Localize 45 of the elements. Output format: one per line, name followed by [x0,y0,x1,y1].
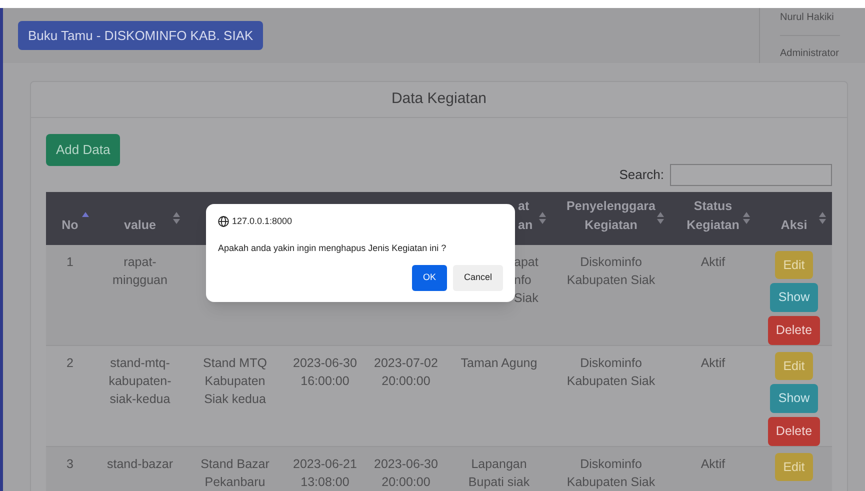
column-header[interactable]: Status Kegiatan [674,197,752,234]
table-cell: 2023-07-02 20:00:00 [374,356,438,388]
edit-button[interactable]: Edit [775,352,813,380]
edit-button[interactable]: Edit [775,452,813,482]
show-button[interactable]: Show [770,283,818,312]
table-cell: Aktif [700,254,726,268]
table-cell: 2 [66,356,74,370]
table-cell: 1 [66,254,74,268]
delete-button[interactable]: Delete [768,417,820,446]
table-cell: 2023-06-30 20:00:00 [374,456,438,488]
table-cell: rapat-mingguan [112,254,168,286]
table-cell: Diskominfo Kabupaten Siak [566,254,656,286]
search-field[interactable] [670,164,832,186]
table-cell: 2023-06-30 16:00:00 [293,356,357,388]
brand-button[interactable]: Buku Tamu - DISKOMINFO KAB. SIAK [18,20,264,50]
column-header[interactable]: Penyelenggara Kegiatan [556,197,666,234]
column-header[interactable]: Aksi [760,216,828,234]
table-cell: Taman Agung [460,356,538,370]
user-name: Nurul Hakiki [780,11,835,25]
dialog-origin: 127.0.0.1:8000 [232,215,292,228]
add-data-button[interactable]: Add Data [46,134,120,166]
table-cell: Aktif [700,356,726,370]
table-cell: 2023-06-21 13:08:00 [293,456,357,488]
table-cell: Lapangan Bupati siak [468,456,530,488]
search-label: Search: [619,166,664,184]
delete-button[interactable]: Delete [768,316,820,345]
table-cell: stand-mtq-kabupaten-siak-kedua [108,356,172,406]
cancel-button[interactable]: Cancel [452,265,503,290]
ok-button[interactable]: OK [412,265,447,290]
user-role: Administrator [780,47,840,61]
edit-button[interactable]: Edit [775,250,813,280]
column-header[interactable]: value [98,216,182,234]
show-button[interactable]: Show [770,384,818,413]
table-cell: Diskominfo Kabupaten Siak [566,456,656,488]
globe-icon [218,216,229,228]
table-cell: Diskominfo Kabupaten Siak [566,356,656,388]
table-cell: apat nfo Siak [514,254,538,304]
table-cell: Aktif [700,456,726,470]
column-header[interactable]: No [50,216,90,234]
card-title: Data Kegiatan [391,89,487,110]
dialog-message: Apakah anda yakin ingin menghapus Jenis Kegiatan ini ? [218,242,448,255]
table-cell: stand-bazar [106,456,173,470]
table-cell: Stand MTQ Kabupaten Siak kedua [203,356,267,406]
table-cell: Stand Bazar Pekanbaru [200,456,270,488]
table-cell: 3 [66,456,74,470]
